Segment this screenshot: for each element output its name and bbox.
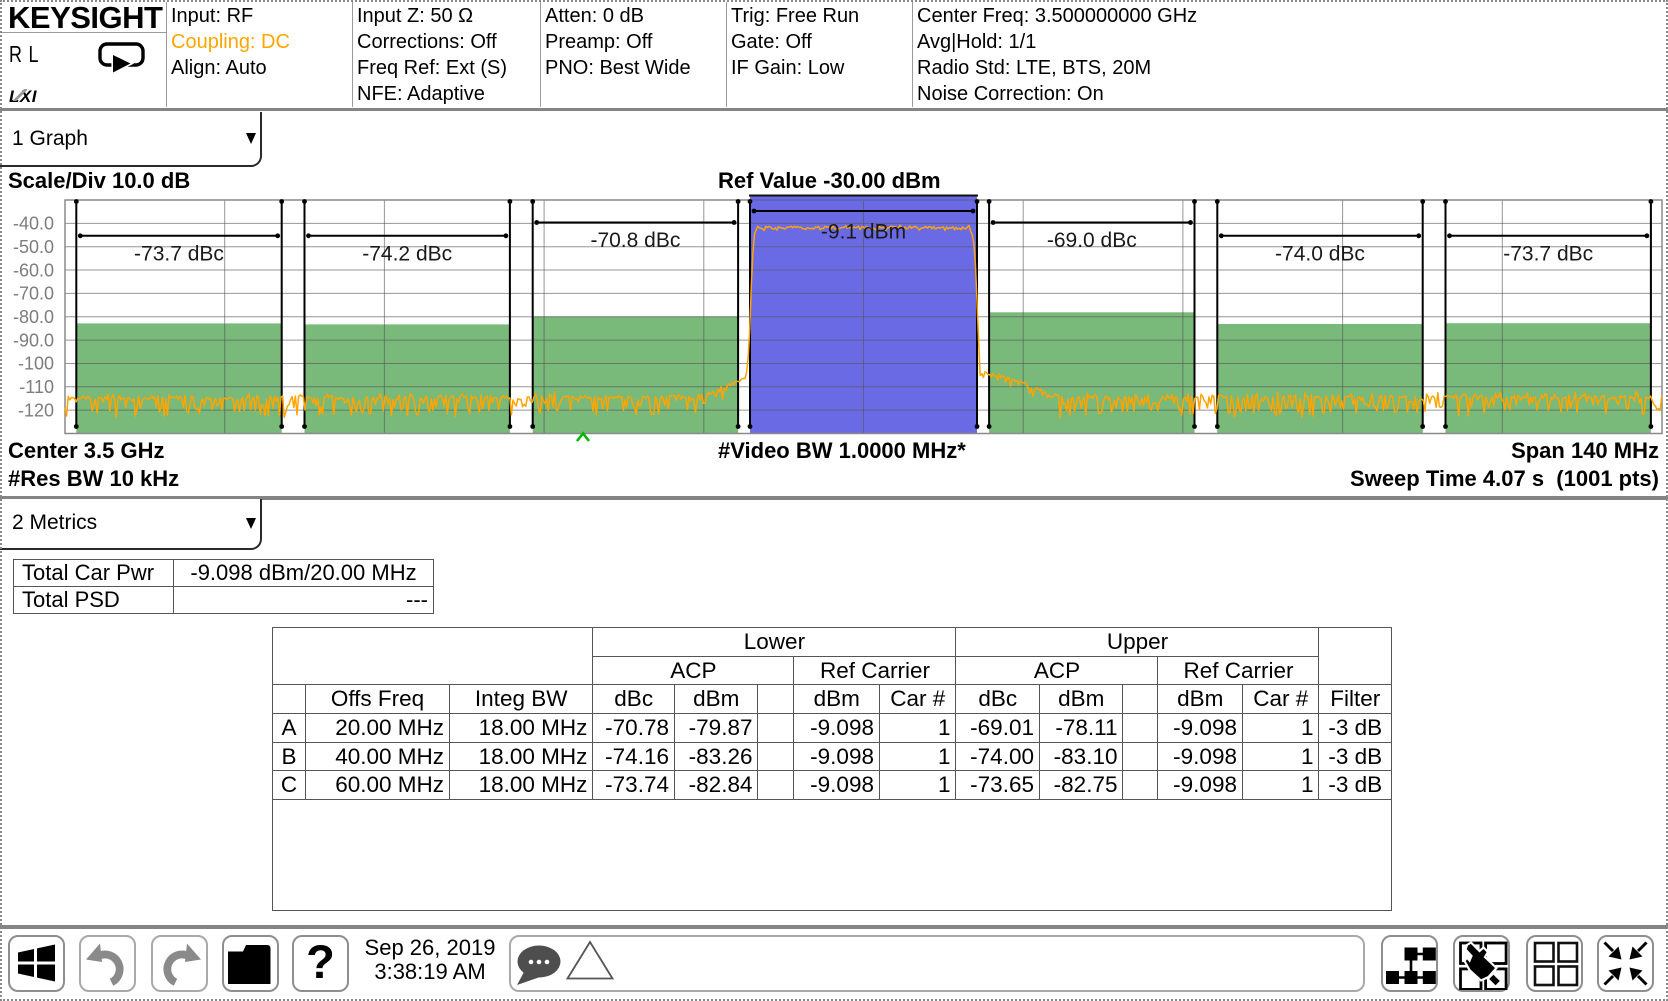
svg-text:-69.0 dBc: -69.0 dBc [1047,229,1137,252]
svg-text:-9.1 dBm: -9.1 dBm [821,221,906,244]
svg-text:-74.0 dBc: -74.0 dBc [1275,243,1365,266]
svg-text:-110: -110 [19,377,54,397]
svg-text:-73.7 dBc: -73.7 dBc [1503,243,1593,266]
svg-text:-74.2 dBc: -74.2 dBc [362,243,452,266]
svg-text:-40.0: -40.0 [13,214,54,234]
svg-text:-70.8 dBc: -70.8 dBc [590,229,680,252]
svg-text:-90.0: -90.0 [13,330,54,350]
svg-text:-100: -100 [18,354,54,374]
svg-text:-73.7 dBc: -73.7 dBc [134,243,224,266]
svg-text:-120: -120 [18,400,54,420]
svg-text:-50.0: -50.0 [13,237,54,257]
svg-text:-80.0: -80.0 [13,307,54,327]
svg-text:-70.0: -70.0 [13,284,54,304]
svg-text:-60.0: -60.0 [13,260,54,280]
